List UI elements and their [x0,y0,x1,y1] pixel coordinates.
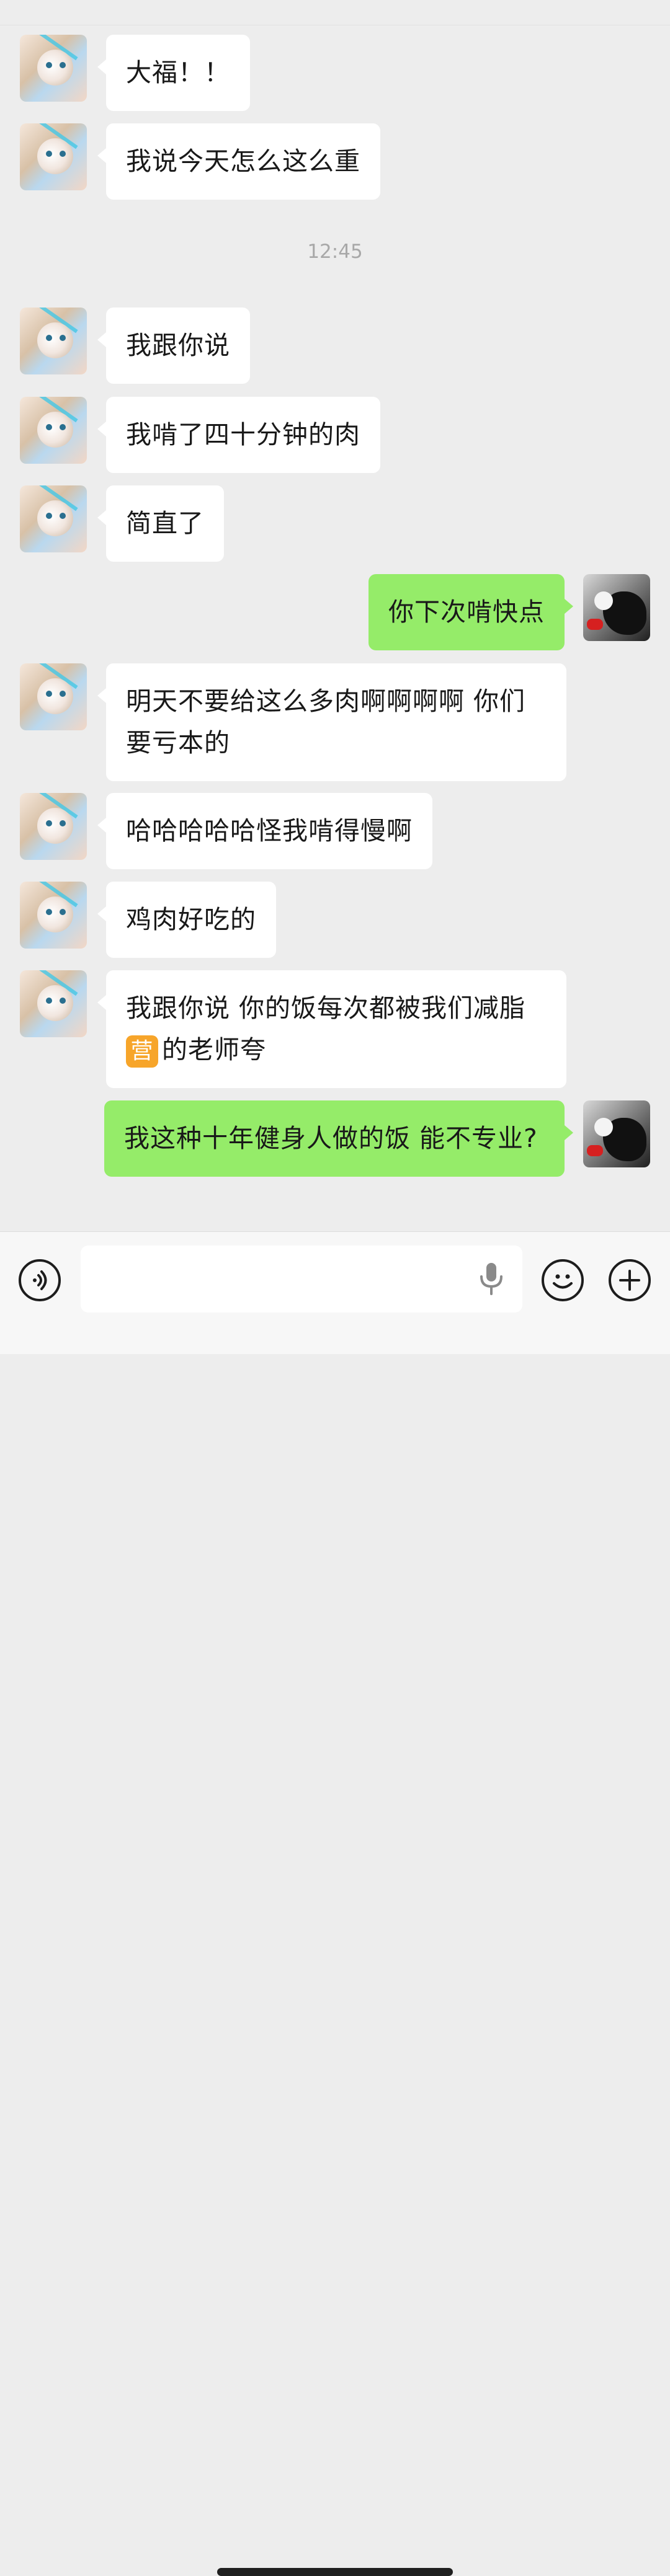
top-edge [0,0,670,25]
voice-icon [33,1270,47,1290]
user-avatar[interactable] [583,574,650,641]
contact-avatar[interactable] [20,663,87,730]
message-bubble[interactable]: 我跟你说 [97,308,250,384]
dog-shape [594,1118,613,1136]
more-options-button[interactable] [609,1259,651,1301]
cat-eye [46,998,52,1004]
cat-face [37,678,73,714]
cat-eye [46,820,52,826]
cat-face [37,896,73,932]
cat-face [37,985,73,1021]
dog-shape [594,591,613,610]
cat-eye [60,424,66,430]
message-bubble[interactable]: 我啃了四十分钟的肉 [97,397,380,473]
cat-eye [60,335,66,341]
cat-eye [60,691,66,697]
contact-avatar[interactable] [20,882,87,949]
input-bar [0,1231,670,2576]
message-input[interactable] [81,1246,522,1312]
cat-eye [60,151,66,157]
cat-face [37,500,73,536]
message-bubble[interactable]: 大福！！ [97,35,250,111]
cat-eye [46,691,52,697]
contact-avatar[interactable] [20,970,87,1037]
message-bubble-outgoing[interactable]: 你下次啃快点 [368,574,573,650]
cat-eye [46,513,52,519]
microphone-icon[interactable] [478,1262,505,1296]
cat-eye [46,424,52,430]
contact-avatar[interactable] [20,793,87,860]
home-indicator[interactable] [217,2568,453,2576]
contact-avatar[interactable] [20,123,87,190]
message-text: 我跟你说 你的饭每次都被我们减脂 [126,993,526,1023]
cat-eye [60,513,66,519]
time-divider: 12:45 [307,241,363,263]
dog-shape [587,619,603,630]
contact-avatar[interactable] [20,308,87,374]
cat-eye [46,151,52,157]
message-bubble[interactable]: 哈哈哈哈哈怪我啃得慢啊 [97,793,432,869]
message-bubble[interactable]: 简直了 [97,485,224,562]
voice-toggle-button[interactable] [19,1259,61,1301]
cat-eye [46,335,52,341]
contact-avatar[interactable] [20,485,87,552]
message-bubble[interactable]: 我说今天怎么这么重 [97,123,380,200]
emoji-icon [553,1274,573,1289]
cat-face [37,412,73,448]
cat-eye [46,62,52,68]
cat-eye [46,909,52,915]
user-avatar[interactable] [583,1100,650,1167]
chat-area[interactable]: 大福！！ 我说今天怎么这么重 12:45 我跟你说 我啃了四十分钟的肉 简直了 … [0,0,670,1231]
message-bubble[interactable]: 明天不要给这么多肉啊啊啊啊 你们要亏本的 [97,663,566,781]
cat-eye [60,62,66,68]
message-bubble[interactable]: 鸡肉好吃的 [97,882,276,958]
cat-face [37,322,73,358]
cat-face [37,138,73,174]
camp-badge-icon: 营 [126,1035,158,1068]
plus-icon [619,1270,640,1291]
cat-face [37,808,73,844]
dog-shape [587,1145,603,1156]
cat-eye [60,909,66,915]
message-bubble-outgoing[interactable]: 我这种十年健身人做的饭 能不专业? [104,1100,573,1177]
cat-eye [60,820,66,826]
cat-eye [60,998,66,1004]
contact-avatar[interactable] [20,397,87,464]
contact-avatar[interactable] [20,35,87,102]
message-text: 的老师夸 [162,1035,266,1064]
message-bubble[interactable]: 我跟你说 你的饭每次都被我们减脂营 的老师夸 [97,970,566,1088]
cat-face [37,50,73,86]
emoji-button[interactable] [542,1259,584,1301]
